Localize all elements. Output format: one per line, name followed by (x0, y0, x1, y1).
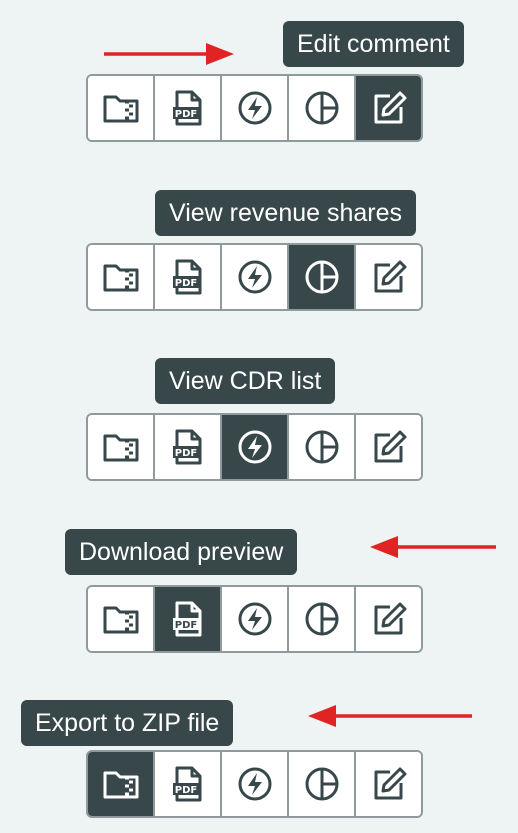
folder-zip-icon (103, 264, 138, 292)
download-pdf-button[interactable]: PDF (155, 415, 222, 479)
pie-chart-icon (305, 767, 338, 801)
svg-text:PDF: PDF (174, 448, 196, 459)
tooltip-demo-edit-comment: Edit comment PDF (0, 0, 518, 150)
revenue-shares-button[interactable] (289, 415, 356, 479)
svg-text:PDF: PDF (174, 278, 196, 289)
folder-zip-icon (103, 95, 138, 123)
revenue-shares-button[interactable] (289, 76, 356, 140)
svg-text:PDF: PDF (174, 109, 196, 120)
export-zip-button[interactable] (88, 587, 155, 651)
lightning-icon (238, 260, 271, 294)
tooltip: Download preview (65, 529, 298, 575)
red-arrow-right-icon (104, 43, 234, 65)
action-toolbar: PDF (86, 413, 423, 481)
edit-comment-button[interactable] (356, 245, 421, 309)
tooltip-demo-revenue-shares: View revenue shares PDF (0, 168, 518, 318)
red-arrow-left-icon (370, 536, 496, 558)
export-zip-button[interactable] (88, 76, 155, 140)
pie-chart-icon (305, 260, 338, 294)
export-zip-button[interactable] (88, 245, 155, 309)
edit-comment-button[interactable] (356, 76, 421, 140)
tooltip-demo-export-zip: Export to ZIP file PDF (0, 680, 518, 830)
edit-icon (374, 767, 406, 800)
edit-icon (374, 260, 406, 293)
action-toolbar: PDF (86, 243, 423, 311)
cdr-list-button[interactable] (222, 76, 289, 140)
cdr-list-button[interactable] (222, 415, 289, 479)
lightning-icon (238, 91, 271, 125)
revenue-shares-button[interactable] (289, 245, 356, 309)
edit-icon (374, 91, 406, 124)
edit-comment-button[interactable] (356, 752, 421, 816)
lightning-icon (238, 767, 271, 801)
tooltip-demo-download-preview: Download preview PDF (0, 508, 518, 658)
tooltip-demo-cdr-list: View CDR list PDF (0, 338, 518, 488)
action-toolbar: PDF (86, 74, 423, 142)
tooltip: View revenue shares (155, 190, 417, 236)
pie-chart-icon (305, 602, 338, 636)
pdf-file-icon: PDF (172, 259, 201, 295)
edit-icon (374, 602, 406, 635)
download-pdf-button[interactable]: PDF (155, 752, 222, 816)
folder-zip-icon (103, 771, 138, 799)
folder-zip-icon (103, 606, 138, 634)
tooltip: Edit comment (283, 21, 464, 67)
lightning-icon (238, 602, 271, 636)
cdr-list-button[interactable] (222, 245, 289, 309)
revenue-shares-button[interactable] (289, 587, 356, 651)
download-pdf-button[interactable]: PDF (155, 245, 222, 309)
edit-comment-button[interactable] (356, 587, 421, 651)
lightning-icon (238, 430, 271, 464)
pdf-file-icon: PDF (172, 601, 201, 637)
svg-text:PDF: PDF (174, 620, 196, 631)
export-zip-button[interactable] (88, 752, 155, 816)
cdr-list-button[interactable] (222, 752, 289, 816)
revenue-shares-button[interactable] (289, 752, 356, 816)
red-arrow-left-icon (308, 705, 472, 727)
export-zip-button[interactable] (88, 415, 155, 479)
download-pdf-button[interactable]: PDF (155, 76, 222, 140)
tooltip: Export to ZIP file (21, 700, 234, 746)
tooltip: View CDR list (155, 358, 336, 404)
pie-chart-icon (305, 91, 338, 125)
svg-text:PDF: PDF (174, 785, 196, 796)
cdr-list-button[interactable] (222, 587, 289, 651)
pdf-file-icon: PDF (172, 766, 201, 802)
pdf-file-icon: PDF (172, 429, 201, 465)
action-toolbar: PDF (86, 750, 423, 818)
pie-chart-icon (305, 430, 338, 464)
download-pdf-button[interactable]: PDF (155, 587, 222, 651)
pdf-file-icon: PDF (172, 90, 201, 126)
folder-zip-icon (103, 434, 138, 462)
edit-icon (374, 430, 406, 463)
action-toolbar: PDF (86, 585, 423, 653)
edit-comment-button[interactable] (356, 415, 421, 479)
